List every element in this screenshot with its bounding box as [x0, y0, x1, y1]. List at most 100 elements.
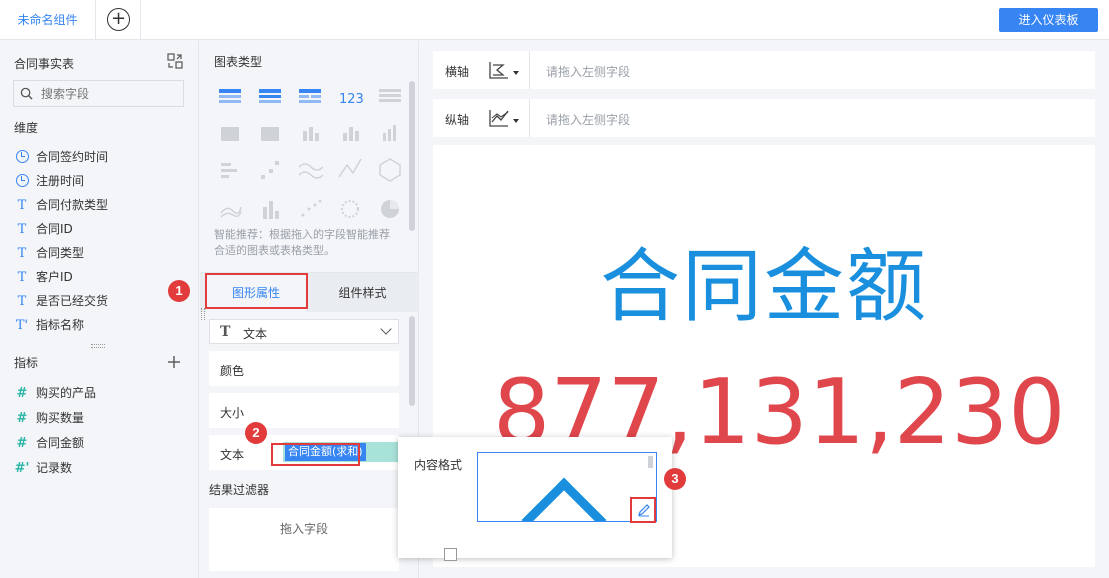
dimension-item[interactable]: T 是否已经交货: [14, 291, 108, 311]
text-label: 文本: [220, 448, 245, 462]
chart-type-pie-icon[interactable]: [381, 200, 399, 218]
color-label: 颜色: [220, 364, 245, 378]
resize-grip[interactable]: [91, 344, 105, 348]
y-axis-placeholder: 请拖入左侧字段: [546, 113, 631, 127]
chart-type-dot-map-icon[interactable]: [341, 200, 359, 218]
number-type-icon: #: [16, 386, 28, 401]
kpi-title: 合同金额: [600, 240, 928, 333]
dimension-item[interactable]: T' 指标名称: [14, 315, 84, 335]
dimension-item[interactable]: T 合同付款类型: [14, 195, 108, 215]
x-axis-type-icon[interactable]: [488, 60, 510, 80]
search-icon: [20, 87, 33, 100]
chart-type-kpi-icon[interactable]: 123: [339, 92, 364, 107]
dimension-item[interactable]: T 合同ID: [14, 219, 73, 239]
text-type-icon: T: [17, 222, 27, 237]
chart-type-detail-table-icon[interactable]: [299, 89, 321, 103]
enter-dashboard-button[interactable]: 进入仪表板: [999, 8, 1098, 32]
chart-type-line-icon[interactable]: [298, 163, 324, 179]
size-property[interactable]: 大小: [209, 393, 399, 428]
metric-item[interactable]: # 购买数量: [14, 408, 84, 428]
text-type-icon: T': [15, 318, 29, 333]
number-type-icon: #: [16, 411, 28, 426]
divider: [529, 51, 530, 89]
text-type-icon: T: [17, 270, 27, 285]
size-label: 大小: [220, 406, 245, 420]
x-axis-shelf[interactable]: 横轴 请拖入左侧字段: [433, 51, 1095, 89]
chart-type-grid: 123: [219, 89, 401, 219]
chart-type-area-icon[interactable]: [338, 158, 362, 178]
add-metric-plus-icon[interactable]: [167, 355, 181, 369]
y-axis-label: 纵轴: [445, 113, 470, 127]
step-badge-3: 3: [664, 468, 686, 490]
dimensions-heading: 维度: [14, 121, 39, 135]
option-checkbox[interactable]: [444, 548, 457, 561]
field-panel: 合同事实表 维度 合同签约时间 注册时间 T合同付款类型 T合同ID T合同类型…: [0, 41, 199, 578]
dimension-item[interactable]: T 合同类型: [14, 243, 84, 263]
mark-type-value: 文本: [243, 327, 268, 341]
result-filter-title: 结果过滤器: [209, 483, 270, 497]
chart-type-radar-icon[interactable]: [379, 158, 401, 182]
panel-resize-grip[interactable]: [201, 308, 205, 320]
chart-type-text-icon[interactable]: [379, 89, 401, 102]
editor-scrollbar[interactable]: [648, 456, 653, 468]
caret-down-icon[interactable]: [513, 119, 519, 123]
add-tab-button[interactable]: +: [96, 0, 141, 40]
properties-scrollbar[interactable]: [409, 316, 415, 406]
content-format-label: 内容格式: [414, 458, 463, 472]
switch-table-icon[interactable]: [167, 53, 183, 69]
metric-item[interactable]: # 购买的产品: [14, 383, 96, 403]
highlight-box-2: [271, 443, 360, 466]
dimension-item[interactable]: 合同签约时间: [14, 147, 108, 167]
chart-type-bar-icon[interactable]: [343, 127, 359, 141]
text-type-icon: T: [17, 246, 27, 261]
preview-glyph: [521, 477, 607, 521]
chart-type-title: 图表类型: [214, 55, 263, 69]
filter-drop-zone[interactable]: 拖入字段: [209, 508, 399, 571]
highlight-box-1: [205, 273, 308, 309]
color-property[interactable]: 颜色: [209, 351, 399, 386]
mark-type-select[interactable]: T 文本: [209, 319, 399, 344]
chart-type-column-combo-icon[interactable]: [263, 201, 279, 219]
chart-type-table-icon[interactable]: [219, 89, 241, 103]
plus-icon: +: [107, 8, 130, 31]
chart-type-stacked-bar-icon[interactable]: [303, 127, 319, 141]
table-title: 合同事实表: [14, 57, 75, 71]
metrics-heading: 指标: [14, 356, 39, 370]
chart-type-cross-table-icon[interactable]: [259, 89, 281, 103]
number-type-icon: #: [16, 436, 28, 451]
step-badge-2: 2: [245, 422, 267, 444]
chart-type-horizontal-bar-icon[interactable]: [221, 163, 237, 178]
x-axis-label: 横轴: [445, 65, 470, 79]
metric-item[interactable]: #' 记录数: [14, 458, 72, 478]
chart-type-stream-icon[interactable]: [220, 206, 242, 218]
y-axis-type-icon[interactable]: [488, 108, 510, 128]
chart-grid-scrollbar[interactable]: [409, 81, 415, 231]
text-type-icon: T: [17, 198, 27, 213]
top-bar: 未命名组件 + 进入仪表板: [0, 0, 1109, 40]
text-type-icon: T: [17, 294, 27, 309]
step-badge-1: 1: [168, 280, 190, 302]
divider: [529, 99, 530, 137]
chevron-down-icon: [380, 323, 392, 335]
chart-type-grouped-bar-icon[interactable]: [383, 125, 396, 141]
chart-type-scatter-icon[interactable]: [301, 199, 322, 217]
tab-untitled-component[interactable]: 未命名组件: [0, 0, 96, 40]
pencil-icon: [638, 504, 650, 517]
caret-down-icon[interactable]: [513, 71, 519, 75]
edit-format-button[interactable]: [630, 497, 656, 523]
chart-type-heat-grid-icon[interactable]: [221, 127, 239, 141]
x-axis-placeholder: 请拖入左侧字段: [546, 65, 631, 79]
chart-type-map-icon[interactable]: [261, 127, 279, 141]
clock-icon: [14, 148, 30, 168]
tab-component-style[interactable]: 组件样式: [310, 273, 415, 313]
drop-hint: 拖入字段: [279, 522, 328, 536]
metric-item[interactable]: # 合同金额: [14, 433, 84, 453]
chart-config-panel: 图表类型 123 智能推荐：根据拖入的字段智能推荐合适的图表或表格类型。 图形属…: [200, 41, 419, 578]
search-input[interactable]: [41, 85, 179, 102]
dimension-item[interactable]: T 客户ID: [14, 267, 73, 287]
dimension-item[interactable]: 注册时间: [14, 171, 84, 191]
y-axis-shelf[interactable]: 纵轴 请拖入左侧字段: [433, 99, 1095, 137]
number-type-icon: #': [14, 461, 30, 476]
chart-type-range-bar-icon[interactable]: [261, 161, 279, 179]
field-search: [13, 80, 184, 107]
